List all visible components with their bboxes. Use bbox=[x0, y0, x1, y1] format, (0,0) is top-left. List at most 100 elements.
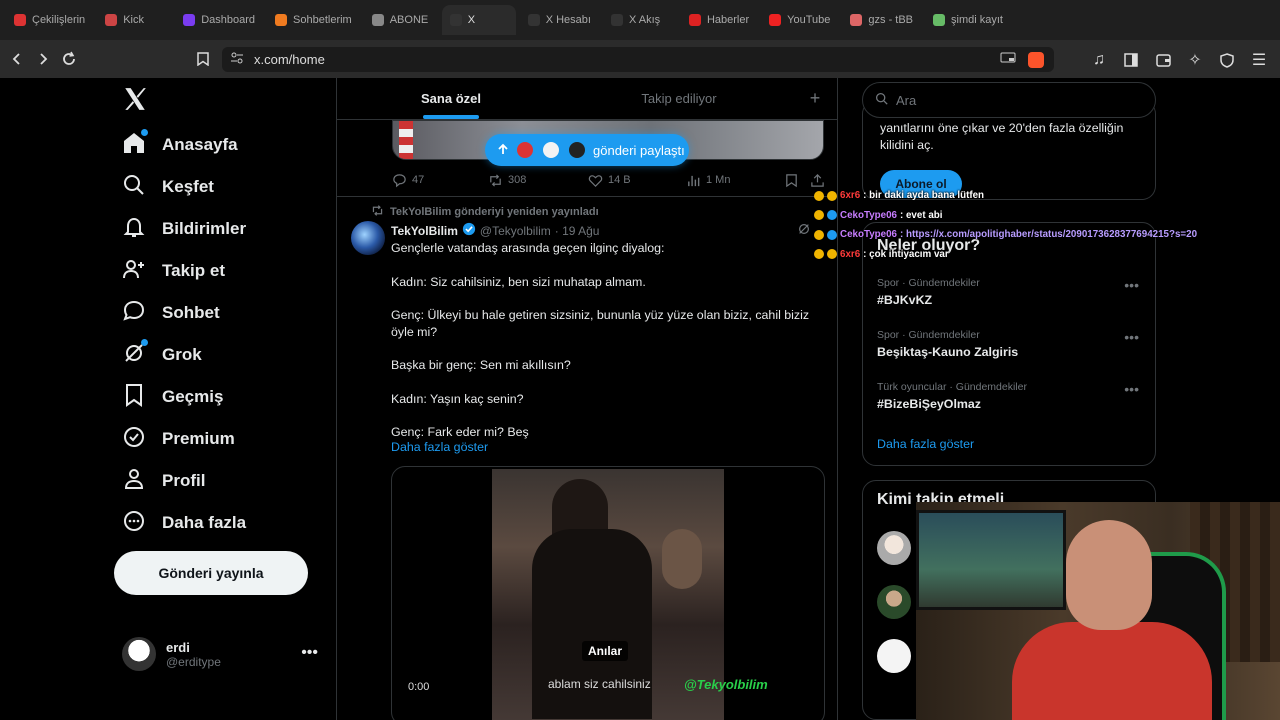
grok-analyze-icon[interactable] bbox=[797, 222, 811, 239]
nav-item-grok[interactable]: Grok bbox=[122, 338, 202, 371]
nav-item-search[interactable]: Keşfet bbox=[122, 171, 214, 203]
trends-show-more[interactable]: Daha fazla göster bbox=[877, 437, 974, 451]
browser-tab[interactable]: X Hesabı bbox=[520, 5, 599, 35]
bookmark-icon bbox=[122, 383, 146, 412]
browser-tab[interactable]: Kick bbox=[97, 5, 171, 35]
browser-tab[interactable]: Sohbetlerim bbox=[267, 5, 360, 35]
trend-item[interactable]: Spor · Gündemdekiler #BJKvKZ ••• bbox=[877, 277, 1145, 307]
previous-tweet-actions: 47 308 14 B 1 Mn bbox=[392, 170, 824, 190]
tab-favicon-icon bbox=[275, 14, 288, 26]
account-switcher[interactable]: erdi @erditype ••• bbox=[122, 634, 326, 674]
nav-item-more[interactable]: Daha fazla bbox=[122, 507, 246, 539]
suggested-avatar[interactable] bbox=[877, 639, 911, 673]
new-posts-label: gönderi paylaştı bbox=[593, 142, 685, 158]
tab-favicon-icon bbox=[183, 14, 196, 26]
tweet-header: TekYolBilim @Tekyolbilim · 19 Ağu bbox=[391, 222, 599, 239]
address-bar[interactable]: x.com/home bbox=[222, 47, 1054, 72]
browser-extensions: ♫ ✧ ☰ bbox=[1086, 47, 1272, 73]
vpn-icon[interactable] bbox=[1214, 47, 1240, 73]
video-caption: Anılar bbox=[582, 641, 629, 661]
more-dots-icon[interactable]: ••• bbox=[1124, 277, 1139, 293]
leo-ai-icon[interactable]: ✧ bbox=[1182, 47, 1208, 73]
music-icon[interactable]: ♫ bbox=[1086, 47, 1112, 73]
wallet-icon[interactable] bbox=[1150, 47, 1176, 73]
bookmark-page-icon[interactable] bbox=[190, 46, 216, 72]
nav-item-profile[interactable]: Profil bbox=[122, 465, 205, 497]
forward-icon[interactable] bbox=[30, 46, 56, 72]
trend-item[interactable]: Türk oyuncular · Gündemdekiler #BizeBiŞey… bbox=[877, 381, 1145, 411]
home-icon bbox=[122, 128, 148, 160]
nav-item-follow[interactable]: Takip et bbox=[122, 255, 225, 287]
browser-tab[interactable]: Haberler bbox=[681, 5, 757, 35]
tab-favicon-icon bbox=[850, 14, 863, 26]
grok-icon bbox=[122, 338, 148, 370]
repost-indicator[interactable]: TekYolBilim gönderiyi yeniden yayınladı bbox=[371, 204, 599, 220]
tweet-author-name[interactable]: TekYolBilim bbox=[391, 224, 458, 238]
show-more-link[interactable]: Daha fazla göster bbox=[391, 440, 488, 454]
tweet-line: Başka bir genç: Sen mi akıllısın? bbox=[391, 358, 571, 373]
tab-label: ABONE bbox=[389, 14, 429, 26]
tab-following[interactable]: Takip ediliyor bbox=[565, 78, 793, 119]
nav-item-bell[interactable]: Bildirimler bbox=[122, 213, 246, 245]
premium-icon bbox=[122, 425, 146, 454]
tab-for-you[interactable]: Sana özel bbox=[337, 78, 565, 119]
url-text[interactable]: x.com/home bbox=[254, 52, 325, 67]
browser-tab[interactable]: Çekilişlerin bbox=[6, 5, 93, 35]
add-tab-icon[interactable]: + bbox=[793, 78, 837, 119]
user-name: erdi bbox=[166, 639, 190, 655]
browser-tab-bar: Çekilişlerin Kick Dashboard Sohbetlerim ABON… bbox=[0, 0, 1280, 40]
more-dots-icon[interactable]: ••• bbox=[1124, 329, 1139, 345]
nav-label: Takip et bbox=[162, 261, 225, 280]
chat-username: 6xr6 bbox=[840, 190, 861, 202]
nav-item-chat[interactable]: Sohbet bbox=[122, 297, 220, 329]
sidebar-icon[interactable] bbox=[1118, 47, 1144, 73]
bookmark-button[interactable] bbox=[784, 173, 799, 188]
brave-shields-icon[interactable] bbox=[1028, 51, 1044, 68]
browser-tab[interactable]: ABONE bbox=[364, 5, 438, 35]
nav-item-bookmark[interactable]: Geçmiş bbox=[122, 381, 223, 413]
tweet-video[interactable]: Anılar ablam siz cahilsiniz @Tekyolbilim… bbox=[391, 466, 825, 720]
browser-tab[interactable]: Dashboard bbox=[175, 5, 263, 35]
nav-item-home[interactable]: Anasayfa bbox=[122, 128, 238, 161]
like-count: 14 B bbox=[608, 174, 631, 186]
tweet-author-avatar[interactable] bbox=[351, 221, 385, 255]
browser-tab[interactable]: şimdi kayıt bbox=[925, 5, 1011, 35]
tab-label: Sohbetlerim bbox=[293, 14, 352, 26]
suggested-avatar[interactable] bbox=[877, 531, 911, 565]
arrow-up-icon bbox=[497, 143, 509, 158]
chat-text: : evet abi bbox=[900, 209, 943, 221]
new-posts-pill[interactable]: gönderi paylaştı bbox=[485, 134, 689, 166]
tab-label: X Akış bbox=[628, 14, 661, 26]
trend-category: Türk oyuncular · Gündemdekiler bbox=[877, 381, 1027, 393]
post-button[interactable]: Gönderi yayınla bbox=[114, 551, 308, 595]
tab-label: X Hesabı bbox=[545, 14, 591, 26]
views-button[interactable]: 1 Mn bbox=[686, 173, 730, 188]
suggested-avatar[interactable] bbox=[877, 585, 911, 619]
browser-tab[interactable]: X Akış bbox=[603, 5, 677, 35]
tab-favicon-icon bbox=[610, 14, 623, 26]
chat-message: 6xr6: bir daki ayda bana lütfen bbox=[814, 186, 1280, 206]
repost-button[interactable]: 308 bbox=[488, 173, 526, 188]
x-logo-icon[interactable] bbox=[122, 86, 148, 112]
nav-item-premium[interactable]: Premium bbox=[122, 423, 235, 455]
reply-button[interactable]: 47 bbox=[392, 173, 424, 188]
more-dots-icon[interactable]: ••• bbox=[301, 644, 318, 662]
site-settings-icon[interactable] bbox=[230, 52, 244, 67]
menu-icon[interactable]: ☰ bbox=[1246, 47, 1272, 73]
tweet-date[interactable]: · 19 Ağu bbox=[555, 224, 600, 238]
reload-icon[interactable] bbox=[56, 46, 82, 72]
trend-item[interactable]: Spor · Gündemdekiler Beşiktaş-Kauno Zalgi… bbox=[877, 329, 1145, 359]
chat-message: 6xr6: çok ihtiyacım var bbox=[814, 245, 1280, 265]
back-icon[interactable] bbox=[4, 46, 30, 72]
cast-icon[interactable] bbox=[1000, 52, 1016, 67]
browser-tab[interactable]: X bbox=[441, 5, 516, 35]
chat-username: CekoType06 bbox=[840, 209, 897, 221]
browser-tab[interactable]: gzs - tBB bbox=[842, 5, 921, 35]
browser-tab[interactable]: YouTube bbox=[761, 5, 838, 35]
more-dots-icon[interactable]: ••• bbox=[1124, 381, 1139, 397]
like-button[interactable]: 14 B bbox=[588, 173, 631, 188]
chat-badge-icon bbox=[827, 249, 837, 260]
tweet-author-handle[interactable]: @Tekyolbilim bbox=[480, 224, 551, 238]
chat-username: 6xr6 bbox=[840, 248, 861, 260]
search-input[interactable]: Ara bbox=[862, 82, 1156, 118]
